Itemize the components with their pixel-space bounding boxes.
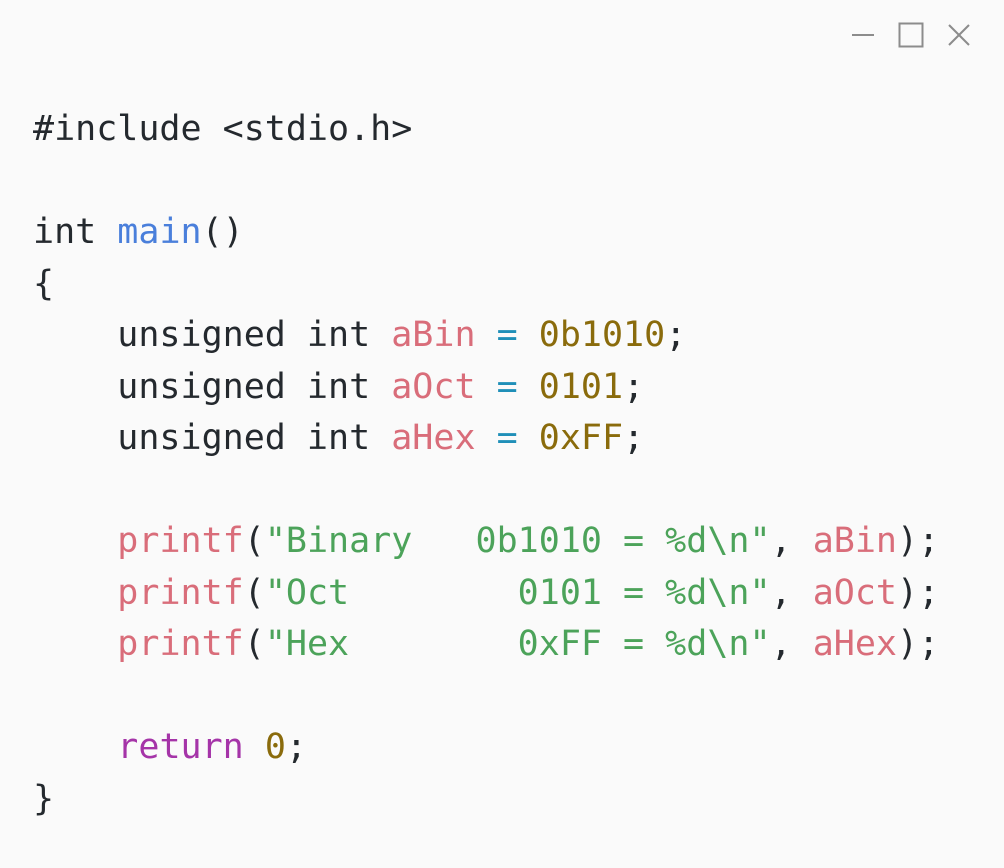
code-token-op: = (496, 315, 518, 355)
code-token-var: aOct (391, 366, 476, 407)
code-token-call: printf (117, 521, 244, 561)
code-line: printf("Binary 0b1010 = %d\n", aBin); (33, 516, 939, 568)
code-token-plain: ; (623, 418, 645, 458)
maximize-button[interactable] (898, 22, 924, 48)
code-token-call: printf (117, 572, 244, 613)
code-token-keyword: int (33, 212, 118, 252)
code-token-plain: , (770, 521, 813, 561)
code-token-plain: ); (897, 521, 940, 561)
code-line: unsigned int aOct = 0101; (33, 362, 939, 414)
maximize-icon (898, 22, 924, 48)
code-line: ​ (33, 156, 939, 208)
code-token-var: aBin (812, 521, 897, 561)
minimize-button[interactable] (850, 22, 876, 48)
code-token-plain: ; (623, 366, 645, 407)
code-token-func: main (117, 212, 202, 252)
code-token-keyword: unsigned int (33, 315, 392, 355)
code-line: return 0; (33, 722, 939, 774)
code-token-plain: ( (243, 624, 265, 664)
code-token-var: aHex (391, 418, 476, 458)
minimize-icon (851, 23, 875, 47)
code-token-keyword: unsigned int (33, 366, 392, 407)
code-token-plain: { (33, 263, 55, 304)
code-line: ​ (33, 465, 939, 517)
code-token-op: = (496, 418, 518, 458)
close-icon (947, 23, 971, 47)
code-token-plain: ); (897, 572, 940, 613)
code-token-keyword: unsigned int (33, 418, 392, 458)
code-token-plain: ( (243, 572, 265, 613)
code-line: #include <stdio.h> (33, 104, 939, 156)
code-token-str: "Hex 0xFF = %d\n" (264, 624, 771, 664)
code-block[interactable]: #include <stdio.h>​int main(){ unsigned … (33, 104, 939, 825)
code-token-plain: } (33, 778, 55, 819)
code-token-num: 0xFF (538, 418, 624, 458)
code-token-str: "Binary 0b1010 = %d\n" (264, 521, 771, 561)
code-token-var: aOct (812, 572, 897, 613)
code-line: printf("Oct 0101 = %d\n", aOct); (33, 568, 939, 620)
code-token-plain: , (770, 624, 813, 664)
code-token-num: 0101 (538, 366, 624, 407)
code-line: { (33, 259, 939, 311)
code-token-var: aHex (812, 624, 897, 664)
code-line: unsigned int aHex = 0xFF; (33, 413, 939, 465)
code-line: printf("Hex 0xFF = %d\n", aHex); (33, 619, 939, 671)
code-line: } (33, 774, 939, 826)
code-line: unsigned int aBin = 0b1010; (33, 310, 939, 362)
code-token-return: return (117, 727, 244, 767)
code-token-plain: ; (285, 727, 307, 767)
code-token-op: = (496, 366, 518, 407)
code-token-plain: #include <stdio.h> (33, 109, 413, 149)
close-button[interactable] (946, 22, 972, 48)
code-token-plain: ( (243, 521, 265, 561)
code-line: int main() (33, 207, 939, 259)
code-token-call: printf (117, 624, 244, 664)
code-token-num: 0 (264, 727, 286, 767)
code-line: ​ (33, 671, 939, 723)
code-token-plain: ; (665, 315, 687, 355)
code-token-plain: () (201, 212, 244, 252)
code-token-num: 0b1010 (538, 315, 666, 355)
code-token-plain: ); (897, 624, 940, 664)
code-token-plain: , (770, 572, 813, 613)
window-controls (850, 22, 972, 48)
code-token-str: "Oct 0101 = %d\n" (264, 572, 771, 613)
code-window: #include <stdio.h>​int main(){ unsigned … (0, 0, 1004, 868)
code-token-var: aBin (391, 315, 476, 355)
